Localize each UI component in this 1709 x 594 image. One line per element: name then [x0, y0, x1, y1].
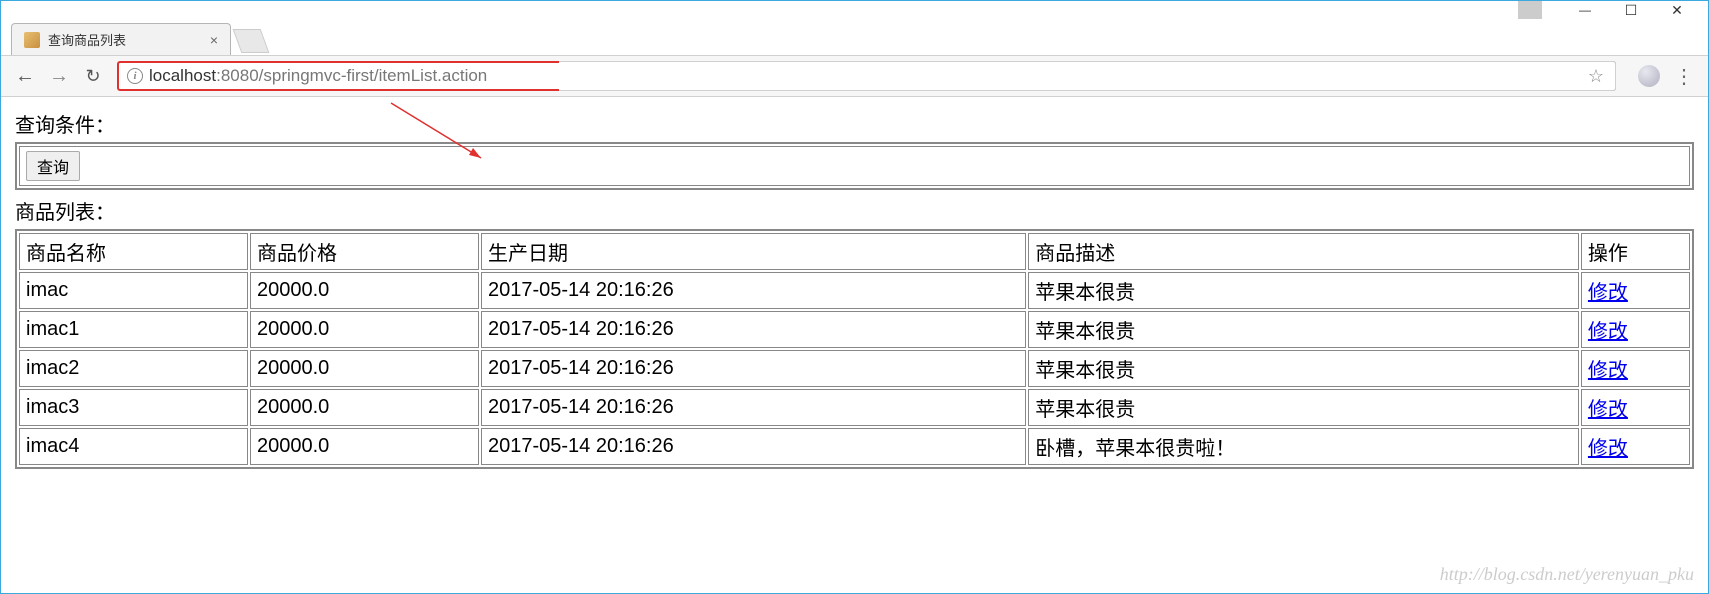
cell-action: 修改 [1581, 272, 1690, 309]
minimize-button[interactable] [1562, 1, 1608, 19]
table-row: imac1 20000.0 2017-05-14 20:16:26 苹果本很贵 … [19, 311, 1690, 348]
tab-close-icon[interactable]: × [210, 32, 218, 48]
browser-tab[interactable]: 查询商品列表 × [11, 23, 231, 55]
cell-date: 2017-05-14 20:16:26 [481, 272, 1026, 309]
query-button[interactable]: 查询 [26, 151, 80, 181]
cell-date: 2017-05-14 20:16:26 [481, 428, 1026, 465]
edit-link[interactable]: 修改 [1588, 399, 1628, 421]
url-text: localhost:8080/springmvc-first/itemList.… [149, 66, 487, 86]
cell-desc: 卧槽，苹果本很贵啦！ [1028, 428, 1579, 465]
cell-name: imac1 [19, 311, 248, 348]
window-titlebar [1, 1, 1708, 19]
bookmark-star-icon[interactable]: ☆ [1588, 66, 1604, 87]
query-table: 查询 [15, 142, 1694, 190]
cell-desc: 苹果本很贵 [1028, 350, 1579, 387]
item-table: 商品名称 商品价格 生产日期 商品描述 操作 imac 20000.0 2017… [15, 229, 1694, 469]
reload-button[interactable]: ↻ [83, 66, 103, 87]
address-bar[interactable]: i localhost:8080/springmvc-first/itemLis… [117, 61, 1616, 91]
cell-name: imac4 [19, 428, 248, 465]
maximize-button[interactable] [1608, 1, 1654, 19]
cell-price: 20000.0 [250, 389, 479, 426]
cell-date: 2017-05-14 20:16:26 [481, 350, 1026, 387]
new-tab-button[interactable] [233, 29, 270, 53]
browser-toolbar: ← → ↻ i localhost:8080/springmvc-first/i… [1, 55, 1708, 97]
edit-link[interactable]: 修改 [1588, 360, 1628, 382]
watermark-text: http://blog.csdn.net/yerenyuan_pku [1440, 564, 1694, 585]
user-icon[interactable] [1518, 1, 1542, 19]
window-close-button[interactable] [1654, 1, 1700, 19]
edit-link[interactable]: 修改 [1588, 282, 1628, 304]
edit-link[interactable]: 修改 [1588, 438, 1628, 460]
cell-date: 2017-05-14 20:16:26 [481, 389, 1026, 426]
table-row: imac4 20000.0 2017-05-14 20:16:26 卧槽，苹果本… [19, 428, 1690, 465]
item-list-label: 商品列表： [15, 196, 1694, 225]
cell-name: imac3 [19, 389, 248, 426]
browser-tab-strip: 查询商品列表 × [1, 19, 1708, 55]
cell-action: 修改 [1581, 389, 1690, 426]
table-row: imac 20000.0 2017-05-14 20:16:26 苹果本很贵 修… [19, 272, 1690, 309]
favicon-icon [24, 32, 40, 48]
header-name: 商品名称 [19, 233, 248, 270]
header-action: 操作 [1581, 233, 1690, 270]
page-content: 查询条件： 查询 商品列表： 商品名称 商品价格 生产日期 商品描述 操作 im… [1, 97, 1708, 481]
cell-action: 修改 [1581, 350, 1690, 387]
edit-link[interactable]: 修改 [1588, 321, 1628, 343]
cell-name: imac2 [19, 350, 248, 387]
table-row: imac3 20000.0 2017-05-14 20:16:26 苹果本很贵 … [19, 389, 1690, 426]
cell-price: 20000.0 [250, 272, 479, 309]
cell-desc: 苹果本很贵 [1028, 311, 1579, 348]
header-desc: 商品描述 [1028, 233, 1579, 270]
cell-date: 2017-05-14 20:16:26 [481, 311, 1026, 348]
cell-action: 修改 [1581, 428, 1690, 465]
cell-desc: 苹果本很贵 [1028, 389, 1579, 426]
table-header-row: 商品名称 商品价格 生产日期 商品描述 操作 [19, 233, 1690, 270]
cell-action: 修改 [1581, 311, 1690, 348]
cell-desc: 苹果本很贵 [1028, 272, 1579, 309]
info-icon[interactable]: i [127, 68, 143, 84]
header-date: 生产日期 [481, 233, 1026, 270]
menu-icon[interactable]: ⋮ [1674, 64, 1694, 89]
cell-price: 20000.0 [250, 428, 479, 465]
cell-name: imac [19, 272, 248, 309]
cell-price: 20000.0 [250, 350, 479, 387]
table-row: imac2 20000.0 2017-05-14 20:16:26 苹果本很贵 … [19, 350, 1690, 387]
extension-icon[interactable] [1638, 65, 1660, 87]
tab-title: 查询商品列表 [48, 30, 202, 49]
back-button[interactable]: ← [15, 65, 35, 88]
query-conditions-label: 查询条件： [15, 109, 1694, 138]
forward-button[interactable]: → [49, 65, 69, 88]
header-price: 商品价格 [250, 233, 479, 270]
cell-price: 20000.0 [250, 311, 479, 348]
